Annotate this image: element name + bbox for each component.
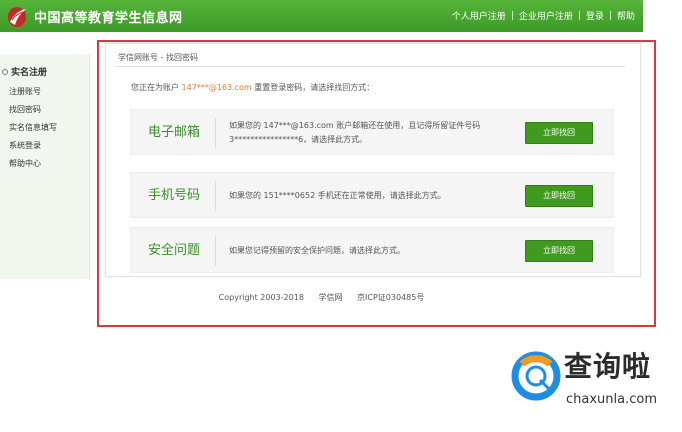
nav-enterprise-register-link[interactable]: 企业用户注册 [519, 9, 573, 22]
nav-separator: | [510, 10, 514, 21]
sidebar: 实名注册 注册账号 找回密码 实名信息填写 系统登录 帮助中心 [0, 54, 90, 279]
sidebar-section-title: 实名注册 [11, 68, 48, 78]
watermark-url: chaxunla.com [566, 392, 657, 407]
top-nav: 个人用户注册 | 企业用户注册 | 登录 | 帮助 [452, 9, 635, 23]
nav-personal-register-link[interactable]: 个人用户注册 [452, 9, 506, 22]
page: 中国高等教育学生信息网 个人用户注册 | 企业用户注册 | 登录 | 帮助 实名… [0, 0, 682, 432]
site-title: 中国高等教育学生信息网 [34, 11, 183, 26]
nav-separator: | [608, 10, 612, 21]
sidebar-section-header[interactable]: 实名注册 [2, 65, 89, 78]
site-header: 中国高等教育学生信息网 个人用户注册 | 企业用户注册 | 登录 | 帮助 [0, 0, 643, 32]
watermark-brand: 查询啦 [564, 350, 652, 383]
sidebar-item-recover-password[interactable]: 找回密码 [0, 101, 89, 119]
nav-help-link[interactable]: 帮助 [617, 9, 635, 22]
logo-icon [8, 7, 26, 27]
nav-separator: | [577, 10, 581, 21]
nav-login-link[interactable]: 登录 [586, 9, 604, 22]
sidebar-item-system-login[interactable]: 系统登录 [0, 137, 89, 155]
highlight-box [97, 40, 656, 327]
watermark-search-icon [511, 351, 561, 401]
sidebar-item-register[interactable]: 注册账号 [0, 83, 89, 101]
sidebar-item-real-name-info[interactable]: 实名信息填写 [0, 119, 89, 137]
sidebar-item-help-center[interactable]: 帮助中心 [0, 155, 89, 173]
circle-bullet-icon [2, 68, 8, 75]
